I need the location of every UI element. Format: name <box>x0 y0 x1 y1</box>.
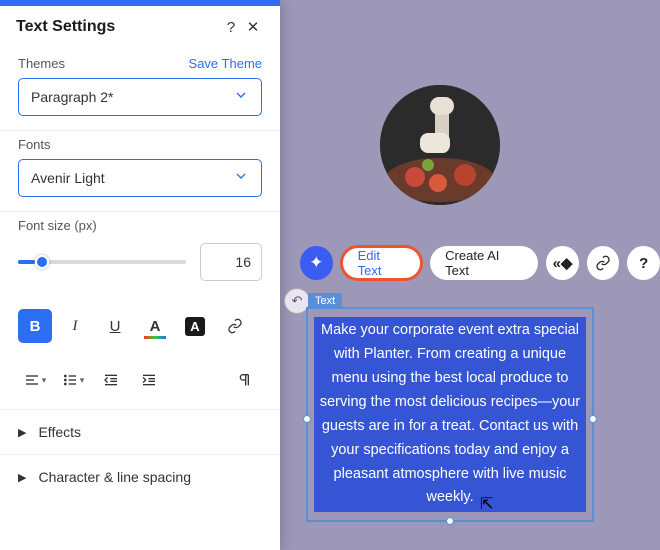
fontsize-input[interactable] <box>200 243 262 281</box>
chevron-down-icon <box>233 168 249 189</box>
fontsize-label: Font size (px) <box>18 218 97 233</box>
ai-sparkle-button[interactable]: ✦ <box>300 246 333 280</box>
underline-button[interactable]: U <box>98 309 132 343</box>
editor-canvas[interactable]: ✦ Edit Text Create AI Text «◆ ? ↶ Text M… <box>280 0 660 550</box>
char-spacing-accordion[interactable]: ▶ Character & line spacing <box>0 455 280 499</box>
close-icon[interactable]: ✕ <box>242 18 264 36</box>
themes-section: Themes Save Theme Paragraph 2* <box>0 50 280 131</box>
fonts-value: Avenir Light <box>31 170 233 186</box>
format-row: B I U A A <box>0 295 280 357</box>
chevron-down-icon <box>233 87 249 108</box>
text-direction-button[interactable] <box>228 365 262 395</box>
resize-handle-bottom[interactable] <box>446 517 454 525</box>
resize-handle-left[interactable] <box>303 415 311 423</box>
fontsize-slider[interactable] <box>18 260 186 264</box>
help-button[interactable]: ? <box>627 246 660 280</box>
fontsize-section: Font size (px) <box>0 212 280 295</box>
text-element[interactable]: Make your corporate event extra special … <box>306 307 594 522</box>
cursor-icon: ⇱ <box>480 494 493 514</box>
caret-right-icon: ▶ <box>18 471 26 484</box>
effects-accordion[interactable]: ▶ Effects <box>0 410 280 455</box>
panel-title: Text Settings <box>16 18 220 36</box>
edit-text-button[interactable]: Edit Text <box>341 246 423 280</box>
bold-button[interactable]: B <box>18 309 52 343</box>
caret-right-icon: ▶ <box>18 426 26 439</box>
align-button[interactable]: ▾ <box>18 365 52 395</box>
effects-label: Effects <box>38 424 81 440</box>
sparkle-icon: ✦ <box>309 253 323 273</box>
element-link-button[interactable] <box>587 246 620 280</box>
slider-fill <box>18 260 35 264</box>
text-content[interactable]: Make your corporate event extra special … <box>314 317 586 512</box>
char-label: Character & line spacing <box>38 469 191 485</box>
animation-button[interactable]: «◆ <box>546 246 579 280</box>
text-color-button[interactable]: A <box>138 309 172 343</box>
resize-handle-right[interactable] <box>589 415 597 423</box>
italic-button[interactable]: I <box>58 309 92 343</box>
themes-select[interactable]: Paragraph 2* <box>18 78 262 116</box>
indent-increase-button[interactable] <box>132 365 166 395</box>
list-button[interactable]: ▾ <box>56 365 90 395</box>
themes-value: Paragraph 2* <box>31 89 233 105</box>
link-button[interactable] <box>218 309 252 343</box>
fonts-select[interactable]: Avenir Light <box>18 159 262 197</box>
avatar-image[interactable] <box>380 85 500 205</box>
indent-decrease-button[interactable] <box>94 365 128 395</box>
slider-thumb[interactable] <box>35 255 49 269</box>
create-ai-text-button[interactable]: Create AI Text <box>430 246 538 280</box>
save-theme-link[interactable]: Save Theme <box>189 56 262 71</box>
fonts-label: Fonts <box>18 137 51 152</box>
fonts-section: Fonts Avenir Light <box>0 131 280 212</box>
panel-header: Text Settings ? ✕ <box>0 6 280 50</box>
text-settings-panel: Text Settings ? ✕ Themes Save Theme Para… <box>0 0 280 550</box>
themes-label: Themes <box>18 56 65 71</box>
help-icon[interactable]: ? <box>220 19 242 36</box>
paragraph-row: ▾ ▾ <box>0 357 280 410</box>
highlight-button[interactable]: A <box>178 309 212 343</box>
element-toolbar: ✦ Edit Text Create AI Text «◆ ? <box>300 246 660 280</box>
